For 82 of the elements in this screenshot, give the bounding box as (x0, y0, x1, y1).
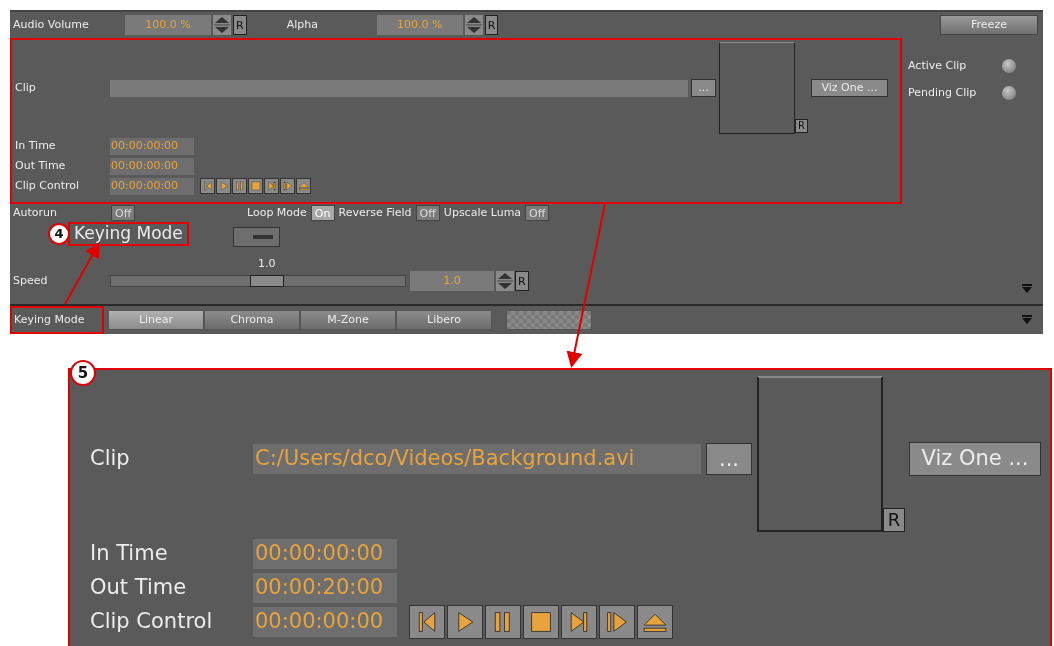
transport-button[interactable] (485, 605, 521, 639)
time-field[interactable]: 00:00:00:00 (110, 177, 194, 195)
field-label: Clip (15, 79, 37, 96)
keying-mode-tab[interactable]: Chroma (204, 310, 300, 330)
slider-thumb[interactable] (249, 275, 284, 287)
transport-button[interactable] (409, 605, 445, 639)
transport-button[interactable] (296, 178, 311, 194)
transport-button[interactable] (200, 178, 215, 194)
keying-mode-tab[interactable]: Linear (108, 310, 204, 330)
toggle-switch[interactable]: Off (111, 205, 136, 221)
field-label: Out Time (15, 157, 67, 174)
reset-button[interactable]: R (515, 271, 529, 291)
number-field[interactable]: 1.0 (410, 271, 494, 291)
toggle-label: Reverse Field (338, 204, 412, 221)
reset-button[interactable]: R (484, 15, 499, 35)
time-field[interactable]: 00:00:00:00 (253, 607, 397, 637)
status-label: Active Clip (908, 58, 968, 74)
time-field[interactable]: 00:00:00:00 (110, 157, 194, 175)
viz-one-button[interactable]: Viz One ... (909, 442, 1041, 476)
status-indicator (1002, 85, 1016, 100)
collapse-arrow-icon[interactable] (1021, 284, 1033, 294)
keying-mode-tab[interactable]: M-Zone (300, 310, 396, 330)
reset-button[interactable]: R (795, 119, 808, 133)
dropdown[interactable] (233, 227, 280, 247)
toggle-label: Autorun (13, 204, 58, 221)
transport-button[interactable] (232, 178, 247, 194)
keying-mode-label: Keying Mode (10, 306, 104, 334)
field-label: Out Time (90, 574, 188, 602)
freeze-button[interactable]: Freeze (940, 15, 1038, 35)
keying-mode-tab[interactable]: Libero (396, 310, 492, 330)
browse-button[interactable]: ... (706, 443, 752, 475)
time-field[interactable]: 00:00:20:00 (253, 573, 397, 603)
field-label: In Time (15, 137, 57, 154)
reset-button[interactable]: R (883, 508, 905, 532)
field-label: Clip Control (15, 177, 81, 194)
field-label: In Time (90, 540, 169, 568)
collapse-arrow-icon[interactable] (1021, 315, 1033, 325)
transport-button[interactable] (637, 605, 673, 639)
field-label: Speed (13, 272, 49, 289)
clip-path-field[interactable] (110, 79, 688, 97)
time-field[interactable]: 00:00:00:00 (110, 137, 194, 155)
toggle-switch[interactable]: Off (415, 205, 440, 221)
callout-number: 5 (70, 360, 96, 386)
skip-start-icon (201, 180, 214, 192)
spinner-arrows-icon[interactable] (464, 15, 483, 35)
clip-path-field[interactable]: C:/Users/dco/Videos/Background.avi (253, 444, 701, 474)
status-label: Pending Clip (908, 84, 978, 101)
toggle-switch[interactable]: On (310, 205, 335, 221)
spinner-arrows-icon[interactable] (213, 15, 231, 35)
callout-number: 4 (48, 223, 70, 245)
transport-button[interactable] (216, 178, 231, 194)
slider-value: 1.0 (258, 256, 276, 272)
browse-button[interactable]: ... (691, 79, 716, 97)
transport-button[interactable] (523, 605, 559, 639)
transport-button[interactable] (447, 605, 483, 639)
transport-button[interactable] (599, 605, 635, 639)
reset-button[interactable]: R (233, 15, 247, 35)
field-label: Clip (90, 445, 131, 473)
status-indicator (1002, 59, 1016, 74)
pointer-arrow (64, 241, 100, 305)
step-forward-icon (265, 180, 278, 192)
field-label: Clip Control (90, 608, 214, 636)
transport-button[interactable] (248, 178, 263, 194)
pause-icon (233, 180, 246, 192)
callout-label: Keying Mode (68, 222, 189, 246)
stop-icon (249, 180, 262, 192)
transport-button[interactable] (561, 605, 597, 639)
number-field[interactable]: 100.0 % (125, 15, 211, 35)
number-field[interactable]: 100.0 % (376, 15, 463, 35)
toggle-switch[interactable]: Off (525, 205, 550, 221)
eject-icon (297, 180, 310, 192)
toggle-label: Loop Mode (247, 204, 307, 221)
transport-button[interactable] (264, 178, 279, 194)
field-label: Audio Volume (13, 16, 90, 33)
spinner-arrows-icon[interactable] (496, 271, 514, 291)
time-field[interactable]: 00:00:00:00 (253, 539, 397, 569)
viz-one-button[interactable]: Viz One ... (811, 79, 888, 97)
skip-end-icon (281, 180, 294, 192)
toggle-label: Upscale Luma (443, 204, 522, 221)
transport-button[interactable] (280, 178, 295, 194)
field-label: Alpha (286, 16, 319, 33)
dropdown-handle-icon (253, 235, 273, 239)
